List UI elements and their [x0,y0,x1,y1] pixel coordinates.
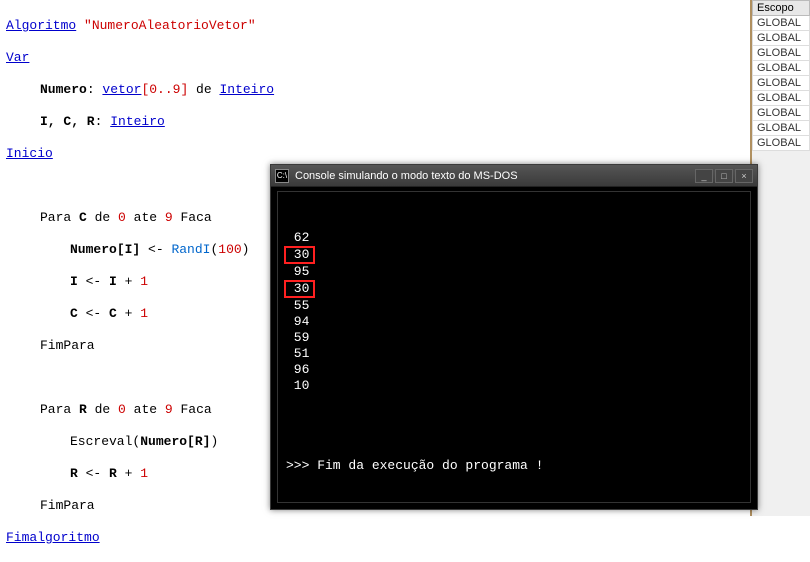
end-message: >>> Fim da execução do programa ! [286,458,742,474]
fn-randi: RandI [171,242,210,257]
scope-panel: Escopo GLOBALGLOBALGLOBALGLOBALGLOBALGLO… [750,0,810,516]
console-line: 10 [286,378,742,394]
vars-icr: I, C, R [40,114,95,129]
console-title: Console simulando o modo texto do MS-DOS [295,170,695,182]
console-line: 96 [286,362,742,378]
console-line: 51 [286,346,742,362]
kw-algoritmo: Algoritmo [6,18,76,33]
minimize-button[interactable]: _ [695,169,713,183]
var-numero: Numero [40,82,87,97]
console-line: 95 [286,264,742,280]
scope-row: GLOBAL [752,136,810,151]
scope-row: GLOBAL [752,61,810,76]
scope-row: GLOBAL [752,31,810,46]
kw-var: Var [6,50,29,65]
close-button[interactable]: × [735,169,753,183]
scope-row: GLOBAL [752,91,810,106]
console-line: 59 [286,330,742,346]
console-line: 30 [286,246,742,264]
console-line: 94 [286,314,742,330]
console-line: 30 [286,280,742,298]
scope-row: GLOBAL [752,16,810,31]
type-inteiro: Inteiro [219,82,274,97]
console-line: 55 [286,298,742,314]
algo-name: "NumeroAleatorioVetor" [84,18,256,33]
scope-row: GLOBAL [752,106,810,121]
scope-row: GLOBAL [752,46,810,61]
scope-row: GLOBAL [752,76,810,91]
console-icon: C:\ [275,169,289,183]
scope-header: Escopo [752,0,810,16]
console-titlebar[interactable]: C:\ Console simulando o modo texto do MS… [271,165,757,187]
maximize-button[interactable]: □ [715,169,733,183]
scope-row: GLOBAL [752,121,810,136]
console-line: 62 [286,230,742,246]
highlighted-value: 30 [284,280,315,298]
kw-fimalgoritmo: Fimalgoritmo [6,530,100,545]
highlighted-value: 30 [284,246,315,264]
console-window[interactable]: C:\ Console simulando o modo texto do MS… [270,164,758,510]
type-vetor: vetor [102,82,141,97]
console-output[interactable]: 62 30 95 30 55 94 59 51 96 10 >>> Fim da… [277,191,751,503]
kw-inicio: Inicio [6,146,53,161]
